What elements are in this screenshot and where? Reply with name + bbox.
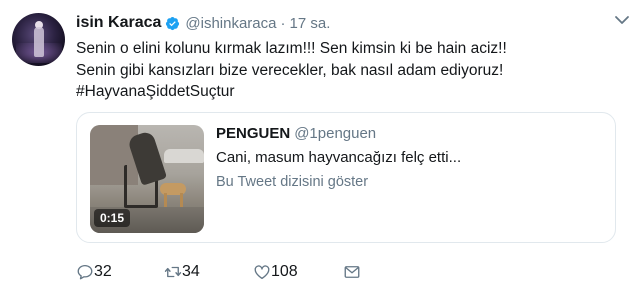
video-duration: 0:15 bbox=[94, 209, 131, 227]
like-count: 108 bbox=[271, 263, 298, 280]
direct-message-icon bbox=[344, 266, 360, 278]
separator-dot: · bbox=[280, 14, 286, 32]
show-thread-link[interactable]: Bu Tweet dizisini göster bbox=[216, 174, 368, 190]
like-icon bbox=[254, 265, 270, 280]
video-thumbnail[interactable]: 0:15 bbox=[90, 125, 204, 233]
quoted-text: Cani, masum hayvancağızı felç etti... bbox=[216, 149, 462, 166]
author-handle[interactable]: @ishinkaraca bbox=[185, 15, 276, 32]
retweet-count: 34 bbox=[182, 263, 200, 280]
direct-message-button[interactable] bbox=[343, 263, 361, 281]
hashtag-link[interactable]: #HayvanaŞiddetSuçtur bbox=[76, 81, 616, 103]
tweet-text: Senin o elini kolunu kırmak lazım!!! Sen… bbox=[76, 38, 616, 103]
quoted-tweet[interactable]: 0:15 PENGUEN @1penguen Cani, masum hayvan… bbox=[76, 112, 616, 243]
author-name[interactable]: isin Karaca bbox=[76, 14, 161, 32]
retweet-icon bbox=[164, 266, 182, 278]
tweet-header: isin Karaca @ishinkaraca · 17 sa. bbox=[76, 12, 330, 34]
tweet-text-line: Senin o elini kolunu kırmak lazım!!! Sen… bbox=[76, 40, 507, 57]
quoted-author-handle[interactable]: @1penguen bbox=[294, 125, 376, 142]
reply-icon bbox=[77, 264, 93, 280]
quoted-header: PENGUEN @1penguen bbox=[216, 125, 376, 143]
like-button[interactable]: 108 bbox=[253, 263, 298, 281]
retweet-button[interactable]: 34 bbox=[164, 263, 200, 281]
tweet[interactable]: isin Karaca @ishinkaraca · 17 sa. Senin … bbox=[0, 0, 640, 292]
reply-count: 32 bbox=[94, 263, 112, 280]
quoted-author-name[interactable]: PENGUEN bbox=[216, 125, 290, 142]
avatar[interactable] bbox=[12, 13, 65, 66]
tweet-timestamp[interactable]: 17 sa. bbox=[290, 15, 331, 32]
caret-down-icon[interactable] bbox=[614, 14, 630, 26]
tweet-text-line: Senin gibi kansızları bize verecekler, b… bbox=[76, 61, 504, 79]
reply-button[interactable]: 32 bbox=[76, 263, 112, 281]
verified-badge-icon bbox=[166, 16, 180, 30]
